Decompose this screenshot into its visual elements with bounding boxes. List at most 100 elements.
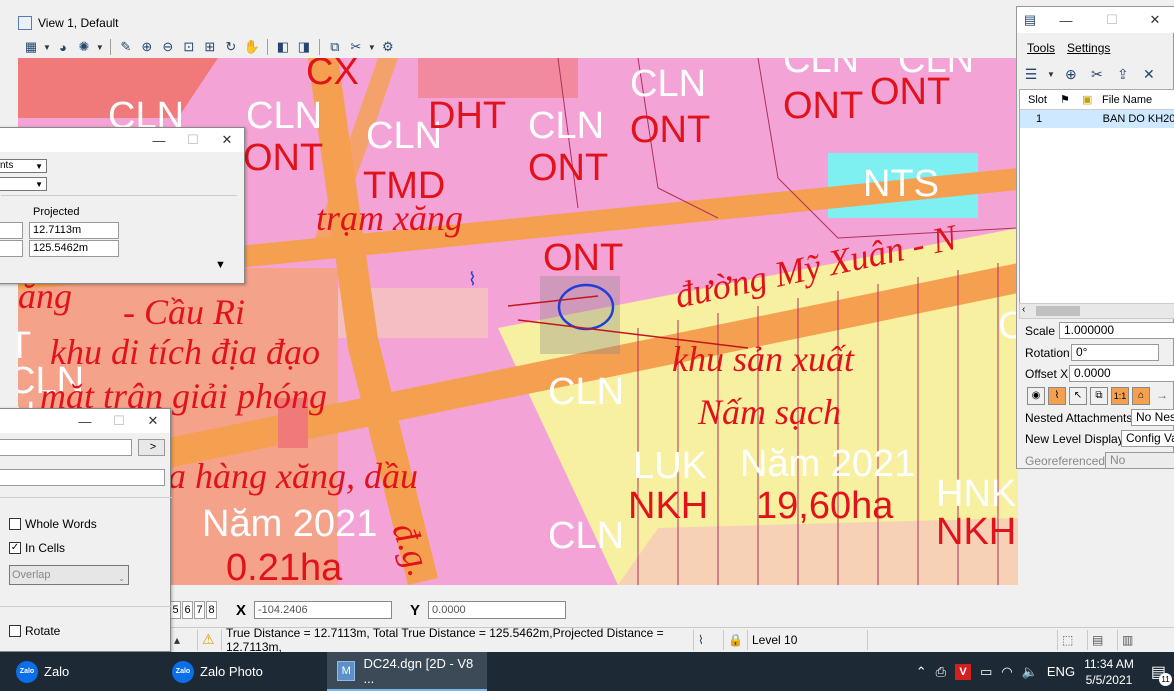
x-coordinate-input[interactable]: -104.2406 [254, 601, 393, 619]
in-cells-checkbox[interactable]: ✓ In Cells [9, 541, 65, 555]
minimize-icon[interactable]: — [68, 410, 102, 432]
horizontal-scrollbar[interactable]: ‹ [1019, 303, 1174, 319]
in-cells-box[interactable]: ✓ [9, 542, 21, 554]
clip-volume-icon[interactable]: ⧉ [326, 38, 344, 56]
menu-settings[interactable]: Settings [1067, 41, 1110, 55]
display-icon[interactable]: ◉ [1027, 387, 1045, 405]
volume-icon[interactable]: 🔈 [1022, 664, 1038, 680]
treat-as-element-icon[interactable]: ⌂ [1132, 387, 1150, 405]
zoom-out-icon[interactable]: ⊖ [159, 38, 177, 56]
view-title-bar[interactable]: View 1, Default [18, 10, 1018, 36]
brightness-icon[interactable]: ✺ [75, 38, 93, 56]
taskbar-zalo-photo[interactable]: Zalo Zalo Photo [162, 652, 327, 691]
fit-view-icon[interactable]: ⊞ [201, 38, 219, 56]
distance-mode-value: nts [0, 160, 14, 171]
chevron-down-icon[interactable]: ▼ [96, 43, 104, 52]
reload-reference-icon[interactable]: ⇪ [1113, 64, 1133, 84]
design-file-icon[interactable]: ▥ [1118, 630, 1144, 650]
chevron-down-icon[interactable]: ▼ [43, 43, 51, 52]
notification-icon[interactable]: ▤ 11 [1151, 662, 1172, 686]
chevron-down-icon[interactable]: ▼ [368, 43, 376, 52]
scroll-left-icon[interactable]: ‹ [1022, 304, 1025, 315]
view-attributes-icon[interactable]: ▦ [22, 38, 40, 56]
whole-words-checkbox[interactable]: Whole Words [9, 517, 97, 531]
display-style-icon[interactable]: ◕ [54, 38, 72, 56]
maximize-icon[interactable]: ☐ [176, 129, 210, 151]
wifi-icon[interactable]: ◠ [1001, 664, 1012, 680]
active-level[interactable]: Level 10 [748, 629, 868, 650]
list-view-icon[interactable]: ☰ [1021, 64, 1041, 84]
pan-view-icon[interactable]: ✋ [243, 38, 261, 56]
document-icon[interactable]: ▤ [1088, 629, 1118, 650]
locate-icon[interactable]: ↖ [1069, 387, 1087, 405]
update-view-icon[interactable]: ✎ [117, 38, 135, 56]
taskbar-microstation[interactable]: M DC24.dgn [2D - V8 ... [327, 652, 487, 691]
warning-icon[interactable]: ⚠ [198, 629, 222, 650]
snap-icon[interactable]: ⌇ [1048, 387, 1066, 405]
rotate-view-icon[interactable]: ↻ [222, 38, 240, 56]
table-row[interactable]: 1 BAN DO KH20 [1020, 110, 1174, 128]
zoom-in-icon[interactable]: ⊕ [138, 38, 156, 56]
references-title-bar[interactable]: ▤ — ☐ ✕ [1017, 7, 1174, 33]
meet-now-icon[interactable]: ⎙ [936, 664, 946, 680]
detach-reference-icon[interactable]: ✂ [1087, 64, 1107, 84]
camera-icon[interactable]: ⚙ [379, 38, 397, 56]
antivirus-icon[interactable]: V [955, 663, 972, 680]
divider [0, 497, 172, 498]
view-button-7[interactable]: 7 [194, 601, 205, 619]
chevron-up-icon[interactable]: ⌃ [916, 664, 927, 680]
battery-icon[interactable]: ▭ [980, 664, 992, 680]
attach-reference-icon[interactable]: ⊕ [1061, 64, 1081, 84]
row-file-name: BAN DO KH20 [1102, 113, 1174, 125]
maximize-icon[interactable]: ☐ [1089, 9, 1135, 31]
view-button-8[interactable]: 8 [206, 601, 217, 619]
lock-icon[interactable]: 🔒 [724, 629, 748, 650]
exchange-reference-icon[interactable]: ✕ [1139, 64, 1159, 84]
scale-field[interactable]: 1.000000 [1059, 322, 1174, 339]
dialog-title-bar[interactable]: — ☐ ✕ [0, 409, 170, 433]
column-slot[interactable]: Slot [1020, 94, 1060, 106]
go-button[interactable]: > [138, 439, 165, 456]
distance-mode-select[interactable]: nts ▼ [0, 159, 47, 173]
chevron-down-icon[interactable]: ▼ [1047, 70, 1055, 79]
overlap-select[interactable]: Overlap ⌄ [9, 565, 129, 585]
rotate-checkbox[interactable]: Rotate [9, 624, 60, 638]
menu-tools[interactable]: Tools [1027, 41, 1055, 55]
taskbar-zalo[interactable]: Zalo Zalo [0, 652, 162, 691]
close-icon[interactable]: ✕ [210, 129, 244, 151]
minimize-icon[interactable]: — [1043, 9, 1089, 31]
new-level-display-select[interactable]: Config Var [1121, 430, 1174, 447]
scale-lines-icon[interactable]: 1:1 [1111, 387, 1129, 405]
clip-mask-icon[interactable]: ✂ [347, 38, 365, 56]
dialog-title-bar[interactable]: — ☐ ✕ [0, 128, 244, 152]
close-icon[interactable]: ✕ [1135, 9, 1174, 31]
rotate-box[interactable] [9, 625, 21, 637]
snap-icon[interactable]: ⌇ [694, 629, 724, 650]
flag-icon[interactable]: ⚑ [1060, 93, 1082, 106]
scrollbar-thumb[interactable] [1036, 306, 1080, 316]
offset-x-field[interactable]: 0.0000 [1069, 365, 1174, 382]
rotation-field[interactable]: 0° [1071, 344, 1159, 361]
minimize-icon[interactable]: — [142, 129, 176, 151]
find-input[interactable] [0, 439, 132, 456]
measure-method-select[interactable]: ▼ [0, 177, 47, 191]
y-coordinate-input[interactable]: 0.0000 [428, 601, 567, 619]
true-scale-icon[interactable]: ⧉ [1090, 387, 1108, 405]
triangle-down-icon[interactable]: ▼ [215, 259, 226, 271]
close-icon[interactable]: ✕ [136, 410, 170, 432]
next-view-icon[interactable]: ◨ [295, 38, 313, 56]
arrow-right-icon[interactable]: → [1153, 387, 1171, 405]
window-area-icon[interactable]: ⊡ [180, 38, 198, 56]
nested-attachments-select[interactable]: No Nest [1131, 409, 1174, 426]
view-button-5[interactable]: 5 [170, 601, 181, 619]
column-file-name[interactable]: File Name [1102, 94, 1152, 106]
previous-view-icon[interactable]: ◧ [274, 38, 292, 56]
clock[interactable]: 11:34 AM 5/5/2021 [1084, 656, 1134, 688]
view-button-6[interactable]: 6 [182, 601, 193, 619]
maximize-icon[interactable]: ☐ [102, 410, 136, 432]
replace-input[interactable] [0, 469, 165, 486]
file-icon[interactable]: ▣ [1082, 93, 1102, 106]
whole-words-box[interactable] [9, 518, 21, 530]
model-icon[interactable]: ⬚ [1058, 629, 1088, 650]
language-indicator[interactable]: ENG [1047, 664, 1075, 679]
